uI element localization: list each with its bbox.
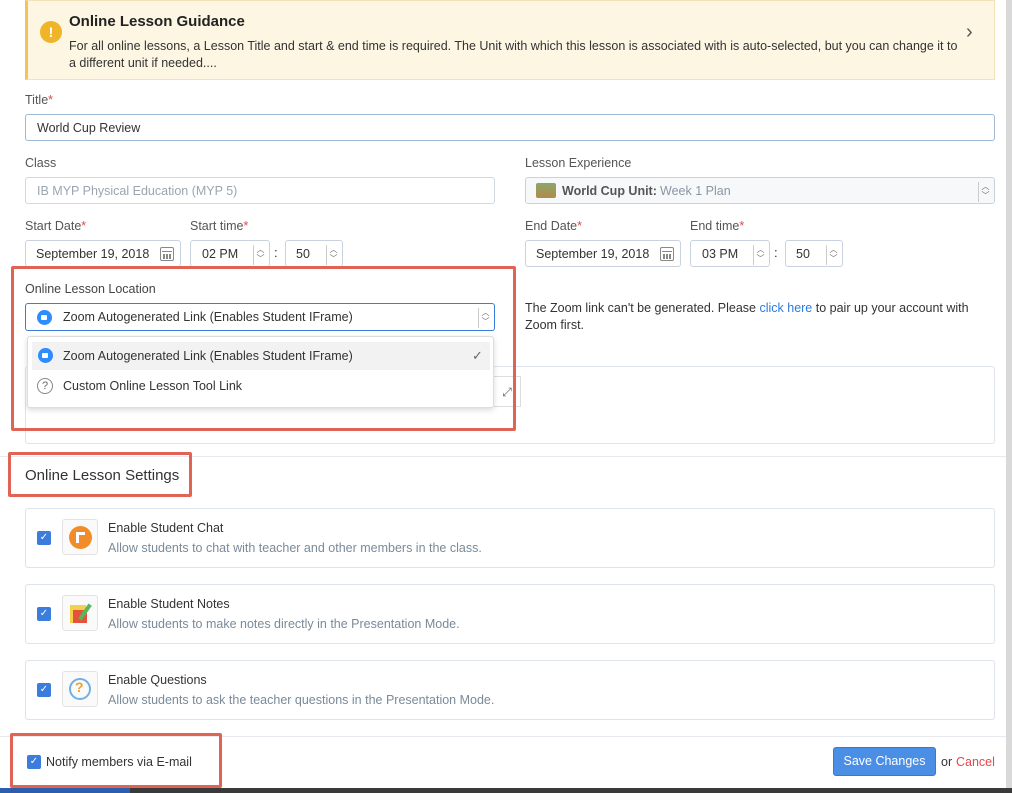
end-date-value: September 19, 2018 bbox=[536, 247, 650, 261]
setting-student-chat: ✓ Enable Student Chat Allow students to … bbox=[25, 508, 995, 568]
unit-thumbnail bbox=[536, 183, 556, 198]
banner-text: For all online lessons, a Lesson Title a… bbox=[69, 39, 958, 70]
setting-desc: Allow students to make notes directly in… bbox=[108, 617, 460, 631]
window-bottom-edge bbox=[0, 788, 1012, 793]
settings-heading: Online Lesson Settings bbox=[25, 467, 180, 484]
end-time-label: End time* bbox=[690, 219, 745, 233]
class-placeholder: IB MYP Physical Education (MYP 5) bbox=[37, 184, 238, 198]
start-hour-value: 02 PM bbox=[202, 247, 239, 261]
highlight-location bbox=[11, 266, 516, 431]
start-date-label: Start Date* bbox=[25, 219, 87, 233]
notes-icon bbox=[62, 595, 98, 631]
setting-title: Enable Questions bbox=[108, 673, 207, 687]
chevron-right-icon[interactable]: › bbox=[966, 21, 973, 44]
notify-checkbox[interactable]: ✓ bbox=[27, 755, 41, 769]
chat-icon bbox=[62, 519, 98, 555]
warning-icon: ! bbox=[40, 21, 62, 43]
unit-name: World Cup Unit: bbox=[562, 184, 657, 198]
title-value: World Cup Review bbox=[37, 121, 141, 135]
or-text: or bbox=[941, 755, 953, 769]
guidance-banner[interactable]: ! Online Lesson Guidance For all online … bbox=[25, 0, 995, 80]
start-hour-select[interactable]: 02 PM ︿ ﹀ bbox=[190, 240, 270, 267]
notes-checkbox[interactable]: ✓ bbox=[37, 607, 51, 621]
pair-account-link[interactable]: click here bbox=[759, 301, 812, 315]
end-hour-select[interactable]: 03 PM ︿ ﹀ bbox=[690, 240, 770, 267]
start-hour-arrows-icon: ︿ ﹀ bbox=[253, 245, 265, 265]
experience-select-arrows-icon: ︿ ﹀ bbox=[978, 182, 990, 202]
experience-label: Lesson Experience bbox=[525, 156, 632, 170]
end-date-label: End Date* bbox=[525, 219, 582, 233]
save-button[interactable]: Save Changes bbox=[833, 747, 936, 776]
start-time-label: Start time* bbox=[190, 219, 249, 233]
banner-title: Online Lesson Guidance bbox=[69, 13, 245, 30]
end-minute-value: 50 bbox=[796, 247, 810, 261]
experience-select[interactable]: World Cup Unit: Week 1 Plan ︿ ﹀ bbox=[525, 177, 995, 204]
calendar-icon[interactable] bbox=[160, 247, 174, 261]
setting-title: Enable Student Notes bbox=[108, 597, 230, 611]
start-date-input[interactable]: September 19, 2018 bbox=[25, 240, 181, 267]
start-minute-arrows-icon: ︿ ﹀ bbox=[326, 245, 338, 265]
question-icon: ? bbox=[62, 671, 98, 707]
zoom-note: The Zoom link can't be generated. Please… bbox=[525, 300, 995, 334]
time-separator: : bbox=[274, 245, 278, 260]
start-date-value: September 19, 2018 bbox=[36, 247, 150, 261]
chat-checkbox[interactable]: ✓ bbox=[37, 531, 51, 545]
end-hour-arrows-icon: ︿ ﹀ bbox=[753, 245, 765, 265]
time-separator: : bbox=[774, 245, 778, 260]
setting-student-notes: ✓ Enable Student Notes Allow students to… bbox=[25, 584, 995, 644]
start-minute-select[interactable]: 50 ︿ ﹀ bbox=[285, 240, 343, 267]
questions-checkbox[interactable]: ✓ bbox=[37, 683, 51, 697]
end-date-input[interactable]: September 19, 2018 bbox=[525, 240, 681, 267]
setting-questions: ✓ ? Enable Questions Allow students to a… bbox=[25, 660, 995, 720]
cancel-link[interactable]: Cancel bbox=[956, 755, 995, 769]
notify-label[interactable]: Notify members via E-mail bbox=[46, 755, 192, 769]
calendar-icon[interactable] bbox=[660, 247, 674, 261]
setting-desc: Allow students to ask the teacher questi… bbox=[108, 693, 495, 707]
setting-title: Enable Student Chat bbox=[108, 521, 224, 535]
zoom-note-text: The Zoom link can't be generated. Please bbox=[525, 301, 760, 315]
class-label: Class bbox=[25, 156, 57, 170]
end-minute-arrows-icon: ︿ ﹀ bbox=[826, 245, 838, 265]
window-edge bbox=[1006, 0, 1012, 793]
title-label: Title* bbox=[25, 93, 54, 107]
end-minute-select[interactable]: 50 ︿ ﹀ bbox=[785, 240, 843, 267]
setting-desc: Allow students to chat with teacher and … bbox=[108, 541, 482, 555]
end-hour-value: 03 PM bbox=[702, 247, 739, 261]
title-input[interactable]: World Cup Review bbox=[25, 114, 995, 141]
start-minute-value: 50 bbox=[296, 247, 310, 261]
class-field[interactable]: IB MYP Physical Education (MYP 5) bbox=[25, 177, 495, 204]
plan-name: Week 1 Plan bbox=[660, 184, 731, 198]
